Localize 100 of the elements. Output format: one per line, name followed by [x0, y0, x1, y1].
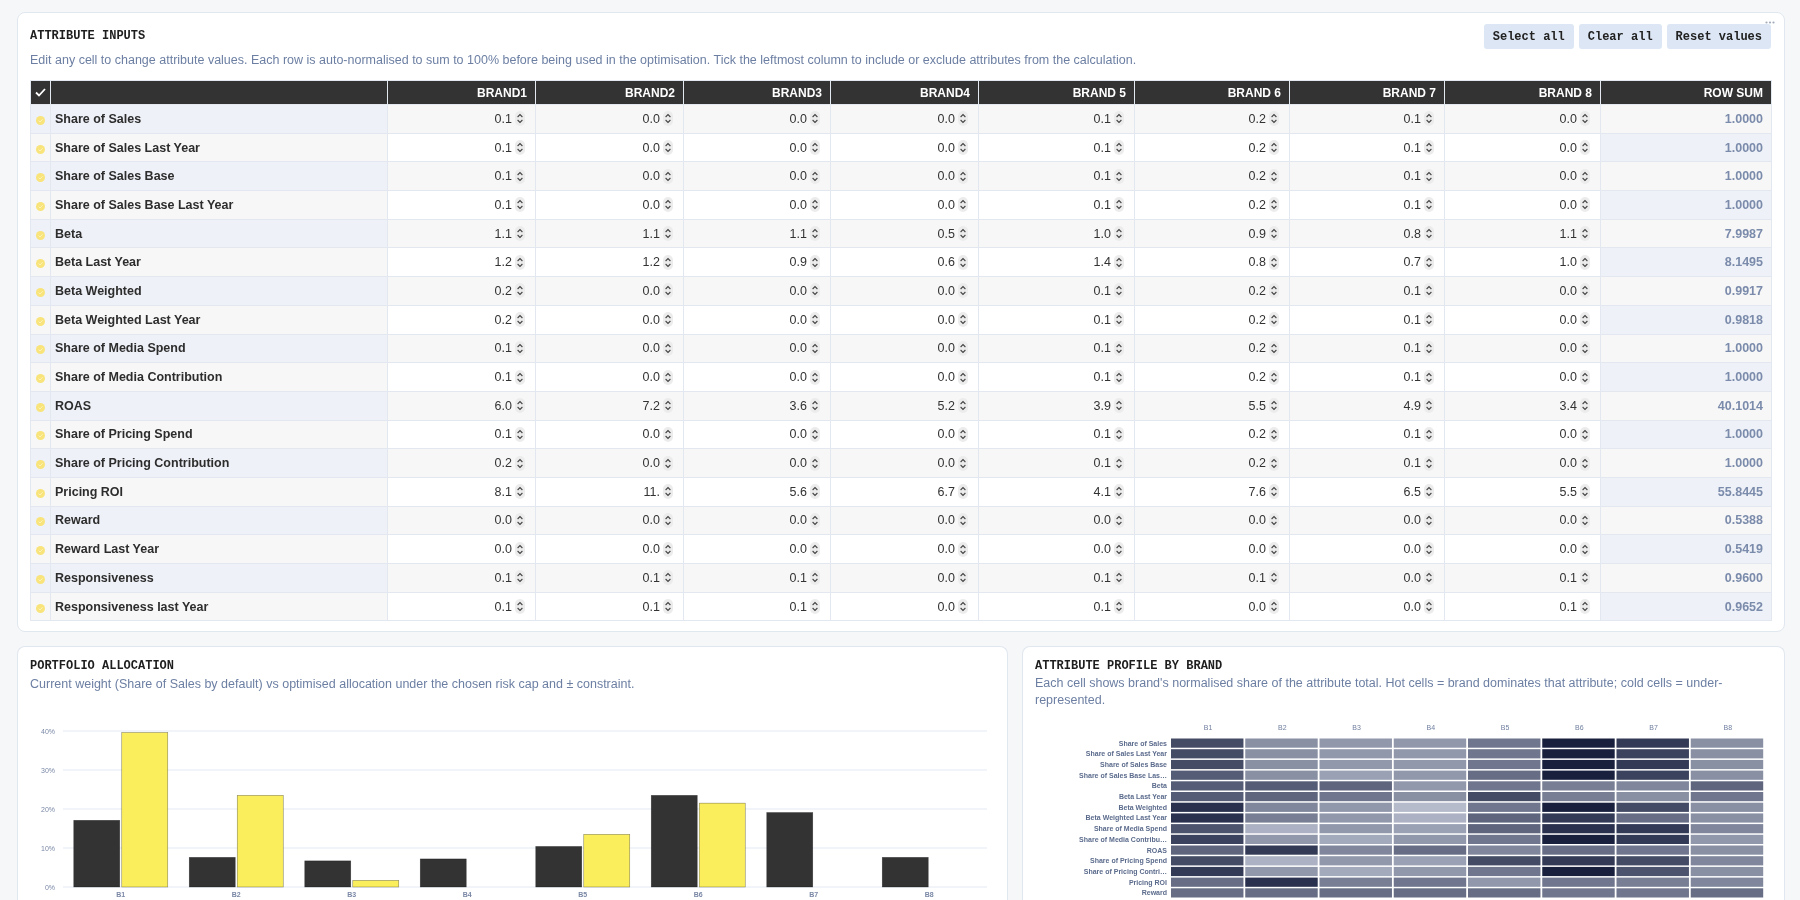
spinner-icon[interactable]	[663, 283, 673, 299]
number-input[interactable]: 1.1	[388, 220, 535, 248]
number-input[interactable]: 3.6	[684, 392, 830, 420]
checkbox[interactable]	[36, 488, 45, 498]
number-input[interactable]: 0.0	[684, 277, 830, 305]
number-input[interactable]: 0.1	[1290, 277, 1444, 305]
spinner-icon[interactable]	[1580, 369, 1590, 385]
spinner-icon[interactable]	[1269, 226, 1279, 242]
number-input[interactable]: 6.7	[831, 478, 978, 506]
spinner-icon[interactable]	[958, 512, 968, 528]
number-input[interactable]: 7.6	[1135, 478, 1289, 506]
spinner-icon[interactable]	[515, 312, 525, 328]
spinner-icon[interactable]	[1269, 140, 1279, 156]
spinner-icon[interactable]	[663, 226, 673, 242]
number-input[interactable]: 0.0	[831, 363, 978, 391]
spinner-icon[interactable]	[515, 111, 525, 127]
spinner-icon[interactable]	[1114, 369, 1124, 385]
checkbox[interactable]	[36, 460, 45, 470]
spinner-icon[interactable]	[1580, 226, 1590, 242]
spinner-icon[interactable]	[1580, 599, 1590, 615]
spinner-icon[interactable]	[663, 197, 673, 213]
number-input[interactable]: 3.4	[1445, 392, 1600, 420]
number-input[interactable]: 0.2	[1135, 363, 1289, 391]
spinner-icon[interactable]	[1424, 283, 1434, 299]
spinner-icon[interactable]	[663, 168, 673, 184]
checkbox[interactable]	[36, 115, 45, 125]
number-input[interactable]: 0.0	[1135, 535, 1289, 563]
spinner-icon[interactable]	[810, 140, 820, 156]
number-input[interactable]: 0.0	[831, 191, 978, 219]
spinner-icon[interactable]	[1424, 398, 1434, 414]
spinner-icon[interactable]	[1580, 197, 1590, 213]
number-input[interactable]: 1.2	[388, 248, 535, 276]
number-input[interactable]: 0.2	[388, 277, 535, 305]
number-input[interactable]: 0.0	[536, 535, 683, 563]
spinner-icon[interactable]	[1580, 168, 1590, 184]
number-input[interactable]: 7.2	[536, 392, 683, 420]
spinner-icon[interactable]	[810, 541, 820, 557]
spinner-icon[interactable]	[810, 283, 820, 299]
spinner-icon[interactable]	[1580, 140, 1590, 156]
checkbox[interactable]	[36, 574, 45, 584]
number-input[interactable]: 0.0	[536, 449, 683, 477]
number-input[interactable]: 0.0	[536, 105, 683, 133]
spinner-icon[interactable]	[1269, 570, 1279, 586]
number-input[interactable]: 0.0	[536, 134, 683, 162]
number-input[interactable]: 0.0	[684, 334, 830, 362]
checkbox[interactable]	[36, 259, 45, 269]
number-input[interactable]: 0.2	[1135, 334, 1289, 362]
number-input[interactable]: 0.0	[684, 306, 830, 334]
number-input[interactable]: 5.2	[831, 392, 978, 420]
number-input[interactable]: 0.0	[1445, 420, 1600, 448]
spinner-icon[interactable]	[663, 140, 673, 156]
number-input[interactable]: 0.0	[831, 334, 978, 362]
spinner-icon[interactable]	[515, 254, 525, 270]
number-input[interactable]: 0.1	[1290, 449, 1444, 477]
spinner-icon[interactable]	[1580, 312, 1590, 328]
number-input[interactable]: 0.0	[1445, 191, 1600, 219]
number-input[interactable]: 0.0	[388, 535, 535, 563]
number-input[interactable]: 0.1	[388, 593, 535, 621]
spinner-icon[interactable]	[810, 254, 820, 270]
spinner-icon[interactable]	[958, 168, 968, 184]
number-input[interactable]: 0.1	[1290, 134, 1444, 162]
number-input[interactable]: 0.1	[536, 564, 683, 592]
number-input[interactable]: 0.0	[536, 277, 683, 305]
number-input[interactable]: 0.1	[388, 363, 535, 391]
spinner-icon[interactable]	[663, 426, 673, 442]
checkbox[interactable]	[36, 144, 45, 154]
number-input[interactable]: 0.0	[1290, 564, 1444, 592]
number-input[interactable]: 1.1	[536, 220, 683, 248]
spinner-icon[interactable]	[810, 226, 820, 242]
spinner-icon[interactable]	[958, 197, 968, 213]
spinner-icon[interactable]	[810, 398, 820, 414]
spinner-icon[interactable]	[1580, 455, 1590, 471]
checkbox[interactable]	[36, 431, 45, 441]
spinner-icon[interactable]	[515, 570, 525, 586]
spinner-icon[interactable]	[663, 312, 673, 328]
number-input[interactable]: 1.0	[979, 220, 1134, 248]
number-input[interactable]: 0.1	[979, 420, 1134, 448]
spinner-icon[interactable]	[1114, 254, 1124, 270]
number-input[interactable]: 0.0	[831, 593, 978, 621]
spinner-icon[interactable]	[1580, 111, 1590, 127]
number-input[interactable]: 0.1	[1290, 363, 1444, 391]
spinner-icon[interactable]	[1114, 484, 1124, 500]
spinner-icon[interactable]	[1580, 340, 1590, 356]
spinner-icon[interactable]	[958, 226, 968, 242]
number-input[interactable]: 0.1	[979, 334, 1134, 362]
number-input[interactable]: 0.0	[684, 134, 830, 162]
number-input[interactable]: 0.0	[831, 105, 978, 133]
number-input[interactable]: 0.0	[1290, 593, 1444, 621]
checkbox[interactable]	[36, 603, 45, 613]
spinner-icon[interactable]	[663, 484, 673, 500]
number-input[interactable]: 0.2	[1135, 306, 1289, 334]
spinner-icon[interactable]	[958, 599, 968, 615]
spinner-icon[interactable]	[958, 140, 968, 156]
checkbox[interactable]	[36, 402, 45, 412]
spinner-icon[interactable]	[810, 512, 820, 528]
number-input[interactable]: 1.0	[1445, 248, 1600, 276]
number-input[interactable]: 0.1	[1445, 593, 1600, 621]
spinner-icon[interactable]	[515, 426, 525, 442]
spinner-icon[interactable]	[663, 111, 673, 127]
spinner-icon[interactable]	[515, 484, 525, 500]
